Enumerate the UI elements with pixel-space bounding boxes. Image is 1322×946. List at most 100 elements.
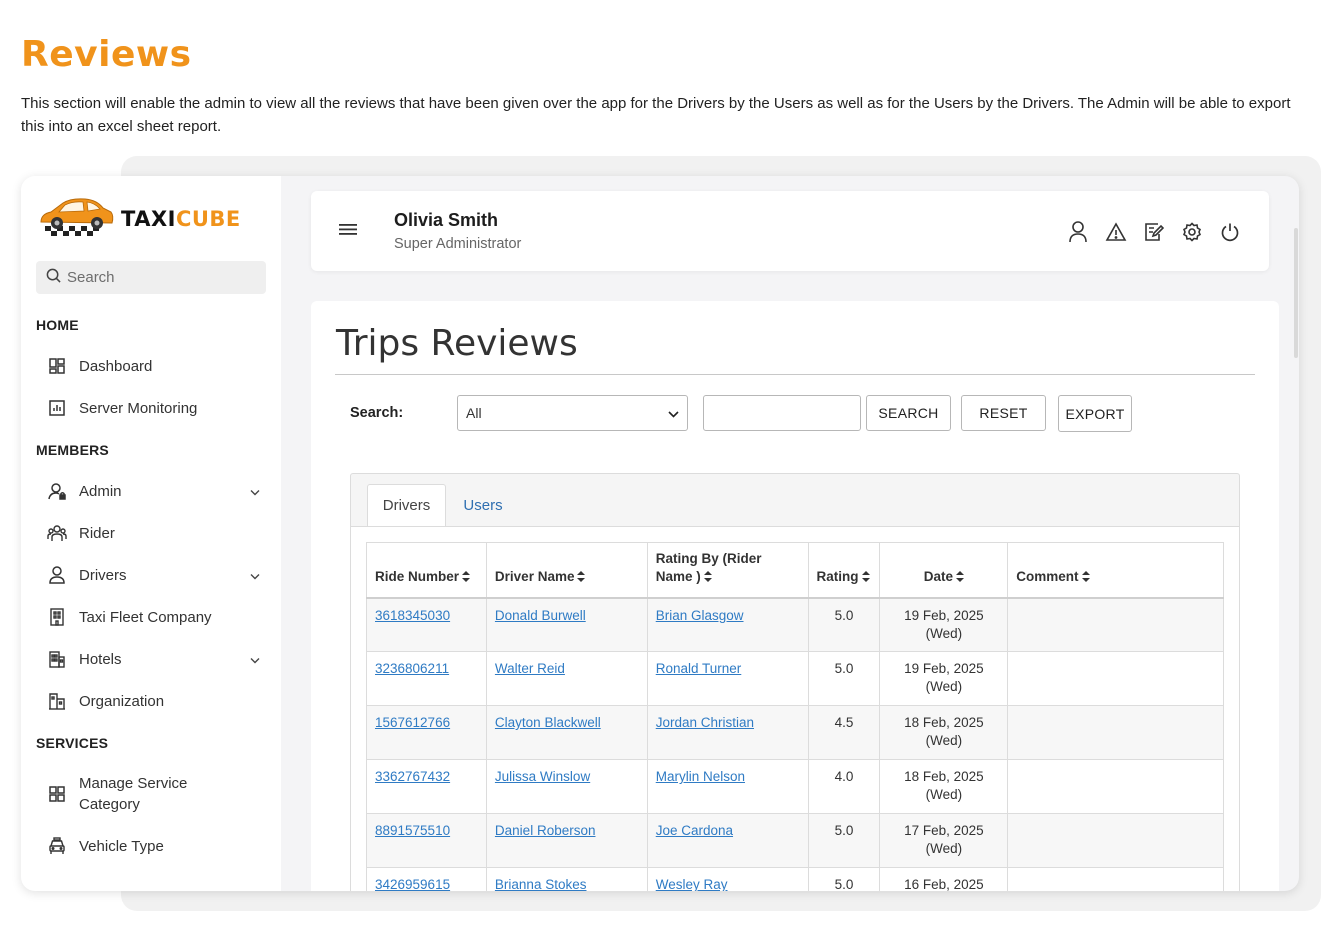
title-divider <box>335 374 1255 375</box>
sidebar-item-drivers[interactable]: Drivers <box>36 563 266 587</box>
sidebar-item-label: Server Monitoring <box>79 399 198 417</box>
comment-cell <box>1007 867 1224 891</box>
power-icon[interactable] <box>1219 221 1241 243</box>
sidebar-item-hotels[interactable]: Hotels <box>36 647 266 671</box>
table-row: 8891575510 Daniel Roberson Joe Cardona 5… <box>366 813 1224 868</box>
table-header-row: Ride Number Driver Name Rating By (Rider… <box>366 542 1224 599</box>
tab-drivers[interactable]: Drivers <box>367 484 446 526</box>
date-cell: 16 Feb, 2025 <box>879 867 1009 891</box>
rider-group-icon <box>46 522 68 544</box>
edit-icon[interactable] <box>1143 221 1165 243</box>
table-row: 3618345030 Donald Burwell Brian Glasgow … <box>366 597 1224 652</box>
driver-name-link[interactable]: Walter Reid <box>495 661 565 676</box>
sidebar-search-input[interactable] <box>67 269 247 286</box>
driver-name-link[interactable]: Julissa Winslow <box>495 769 590 784</box>
column-header-date[interactable]: Date <box>879 542 1009 599</box>
date-cell: 19 Feb, 2025 (Wed) <box>879 651 1009 706</box>
sidebar-item-label: Organization <box>79 692 165 710</box>
car-icon <box>46 835 68 857</box>
ride-number-link[interactable]: 3236806211 <box>375 661 449 676</box>
hotel-icon <box>46 648 68 670</box>
tabs-panel: Drivers Users Ride Number Driver Name Ra… <box>350 473 1240 891</box>
sidebar-item-label: Admin <box>79 482 122 500</box>
search-button[interactable]: SEARCH <box>866 395 951 431</box>
export-button[interactable]: EXPORT <box>1058 395 1132 432</box>
sidebar-item-dashboard[interactable]: Dashboard <box>36 354 266 378</box>
rider-name-link[interactable]: Marylin Nelson <box>656 769 745 784</box>
grid-icon <box>46 783 68 805</box>
chevron-down-icon <box>250 567 260 584</box>
sidebar-item-label: Dashboard <box>79 357 153 375</box>
sort-icon <box>703 569 712 587</box>
settings-icon[interactable] <box>1181 221 1203 243</box>
driver-icon <box>46 564 68 586</box>
sidebar-item-organization[interactable]: Organization <box>36 689 266 713</box>
column-header-rating-by[interactable]: Rating By (Rider Name ) <box>646 542 809 599</box>
table-row: 3362767432 Julissa Winslow Marylin Nelso… <box>366 759 1224 814</box>
search-text-input[interactable] <box>703 395 861 431</box>
logo[interactable]: TAXICUBE <box>37 194 241 243</box>
driver-name-link[interactable]: Brianna Stokes <box>495 877 587 891</box>
page-description: This section will enable the admin to vi… <box>21 95 1291 135</box>
filter-select-value: All <box>466 405 482 421</box>
header-actions <box>1051 221 1241 243</box>
table-row: 3236806211 Walter Reid Ronald Turner 5.0… <box>366 651 1224 706</box>
organization-icon <box>46 690 68 712</box>
column-header-rating[interactable]: Rating <box>807 542 881 599</box>
ride-number-link[interactable]: 3618345030 <box>375 608 450 623</box>
sidebar-item-manage-service-category[interactable]: Manage Service Category <box>36 772 266 816</box>
reviews-table: Ride Number Driver Name Rating By (Rider… <box>366 542 1224 891</box>
reset-button[interactable]: RESET <box>961 395 1046 431</box>
user-role: Super Administrator <box>394 236 522 252</box>
ride-number-link[interactable]: 3362767432 <box>375 769 450 784</box>
taxi-car-logo-icon <box>37 194 115 243</box>
rider-name-link[interactable]: Brian Glasgow <box>656 608 744 623</box>
sidebar-item-label: Manage Service Category <box>79 775 188 813</box>
sidebar-item-rider[interactable]: Rider <box>36 521 266 545</box>
sort-icon <box>861 569 870 587</box>
comment-cell <box>1007 759 1224 814</box>
rider-name-link[interactable]: Ronald Turner <box>656 661 742 676</box>
tab-content: Ride Number Driver Name Rating By (Rider… <box>351 526 1239 891</box>
app-window: TAXICUBE HOME Dashboard Server Monitorin… <box>21 176 1299 891</box>
date-cell: 18 Feb, 2025 (Wed) <box>879 705 1009 760</box>
column-header-ride-number[interactable]: Ride Number <box>366 542 487 599</box>
comment-cell <box>1007 597 1224 652</box>
rider-name-link[interactable]: Joe Cardona <box>656 823 733 838</box>
chart-icon <box>46 397 68 419</box>
rider-name-link[interactable]: Wesley Ray <box>656 877 728 891</box>
ride-number-link[interactable]: 8891575510 <box>375 823 450 838</box>
menu-icon[interactable] <box>339 223 357 241</box>
sidebar-item-taxi-fleet-company[interactable]: Taxi Fleet Company <box>36 605 266 629</box>
chevron-down-icon <box>250 483 260 500</box>
column-header-driver-name[interactable]: Driver Name <box>485 542 648 599</box>
driver-name-link[interactable]: Daniel Roberson <box>495 823 596 838</box>
sidebar-item-server-monitoring[interactable]: Server Monitoring <box>36 396 266 420</box>
column-header-comment[interactable]: Comment <box>1007 542 1224 599</box>
date-cell: 19 Feb, 2025 (Wed) <box>879 597 1009 652</box>
section-services: SERVICES <box>36 735 109 751</box>
sidebar-item-label: Taxi Fleet Company <box>79 608 212 626</box>
sidebar-item-label: Vehicle Type <box>79 837 164 855</box>
sidebar-item-label: Hotels <box>79 650 122 668</box>
ride-number-link[interactable]: 1567612766 <box>375 715 450 730</box>
main-content: Trips Reviews Search: All SEARCH RESET E… <box>311 301 1279 891</box>
rider-name-link[interactable]: Jordan Christian <box>656 715 754 730</box>
scrollbar[interactable] <box>1294 228 1298 358</box>
sidebar-search[interactable] <box>36 261 266 294</box>
sort-icon <box>462 569 471 587</box>
driver-name-link[interactable]: Clayton Blackwell <box>495 715 601 730</box>
rating-cell: 5.0 <box>807 651 881 706</box>
section-home: HOME <box>36 317 79 333</box>
sidebar-item-admin[interactable]: Admin <box>36 479 266 503</box>
driver-name-link[interactable]: Donald Burwell <box>495 608 586 623</box>
table-row: 3426959615 Brianna Stokes Wesley Ray 5.0… <box>366 867 1224 891</box>
warning-icon[interactable] <box>1105 221 1127 243</box>
comment-cell <box>1007 813 1224 868</box>
ride-number-link[interactable]: 3426959615 <box>375 877 450 891</box>
profile-icon[interactable] <box>1067 221 1089 243</box>
dashboard-icon <box>46 355 68 377</box>
sidebar-item-vehicle-type[interactable]: Vehicle Type <box>36 834 266 858</box>
tab-users[interactable]: Users <box>451 484 515 526</box>
filter-select[interactable]: All <box>457 395 688 431</box>
